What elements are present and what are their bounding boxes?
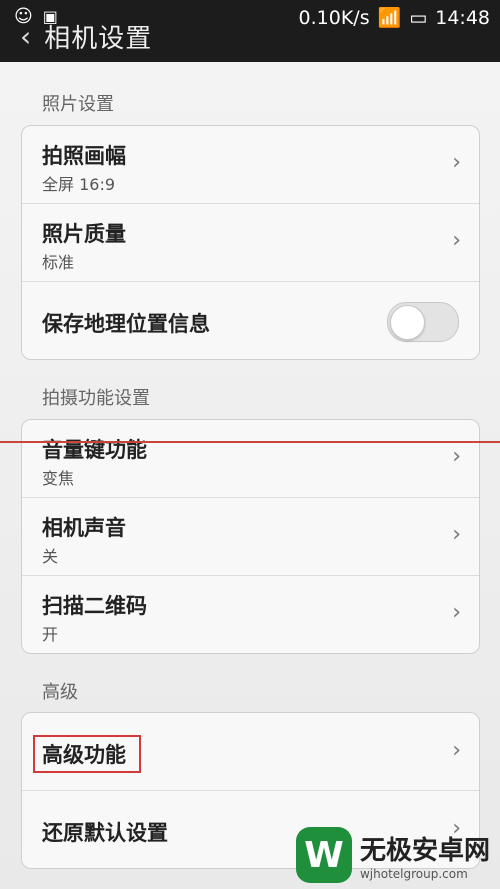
setting-photo-aspect[interactable]: 拍照画幅 全屏 16:9 ›: [22, 126, 479, 204]
watermark: W 无极安卓网 wjhotelgroup.com: [295, 827, 490, 883]
setting-photo-quality[interactable]: 照片质量 标准 ›: [22, 204, 479, 282]
chevron-right-icon: ›: [452, 444, 461, 469]
page-title: 相机设置: [44, 24, 153, 54]
shooting-settings-card: 音量键功能 变焦 › 相机声音 关 › 扫描二维码 开 ›: [21, 419, 480, 654]
toggle-knob: [390, 305, 425, 340]
setting-qr-scan[interactable]: 扫描二维码 开 ›: [22, 576, 479, 653]
back-arrow-icon[interactable]: ‹: [20, 20, 32, 53]
watermark-url: wjhotelgroup.com: [359, 866, 468, 881]
watermark-name: 无极安卓网: [359, 835, 490, 866]
setting-save-location[interactable]: 保存地理位置信息: [22, 282, 479, 359]
chevron-right-icon: ›: [452, 522, 461, 547]
chevron-right-icon: ›: [452, 228, 461, 253]
setting-value: 关: [42, 547, 59, 566]
header: ‹ 相机设置: [20, 18, 152, 55]
setting-title: 扫描二维码: [42, 594, 147, 618]
watermark-text: 无极安卓网 wjhotelgroup.com: [360, 830, 490, 881]
setting-value: 开: [42, 625, 59, 644]
setting-title: 拍照画幅: [42, 144, 126, 168]
setting-value: 标准: [42, 253, 75, 272]
section-title-shooting: 拍摄功能设置: [42, 388, 150, 409]
status-bar: ☺ ▣ ‹ 相机设置 0.10K/s 📶 ▭ 14:48: [0, 0, 500, 62]
battery-icon: ▭: [409, 6, 428, 29]
location-toggle[interactable]: [387, 302, 459, 342]
section-title-advanced: 高级: [42, 682, 78, 703]
setting-title: 保存地理位置信息: [42, 312, 210, 336]
photo-settings-card: 拍照画幅 全屏 16:9 › 照片质量 标准 › 保存地理位置信息: [21, 125, 480, 360]
setting-camera-sound[interactable]: 相机声音 关 ›: [22, 498, 479, 576]
chevron-right-icon: ›: [452, 738, 461, 763]
setting-title: 相机声音: [42, 516, 126, 540]
section-title-photo: 照片设置: [42, 94, 114, 115]
clock: 14:48: [435, 6, 490, 29]
network-speed: 0.10K/s: [298, 6, 370, 29]
setting-volume-key[interactable]: 音量键功能 变焦 ›: [22, 420, 479, 498]
wifi-icon: 📶: [377, 7, 402, 29]
setting-title: 照片质量: [42, 222, 126, 246]
chevron-right-icon: ›: [452, 150, 461, 175]
setting-value: 变焦: [42, 469, 75, 488]
setting-value: 全屏 16:9: [42, 175, 116, 194]
setting-title: 音量键功能: [42, 438, 147, 462]
status-right: 0.10K/s 📶 ▭ 14:48: [298, 6, 490, 30]
annotation-highlight-box: [33, 735, 141, 773]
chevron-right-icon: ›: [452, 600, 461, 625]
setting-title: 还原默认设置: [42, 821, 168, 845]
watermark-logo: W: [295, 827, 352, 883]
annotation-line: [0, 441, 500, 443]
